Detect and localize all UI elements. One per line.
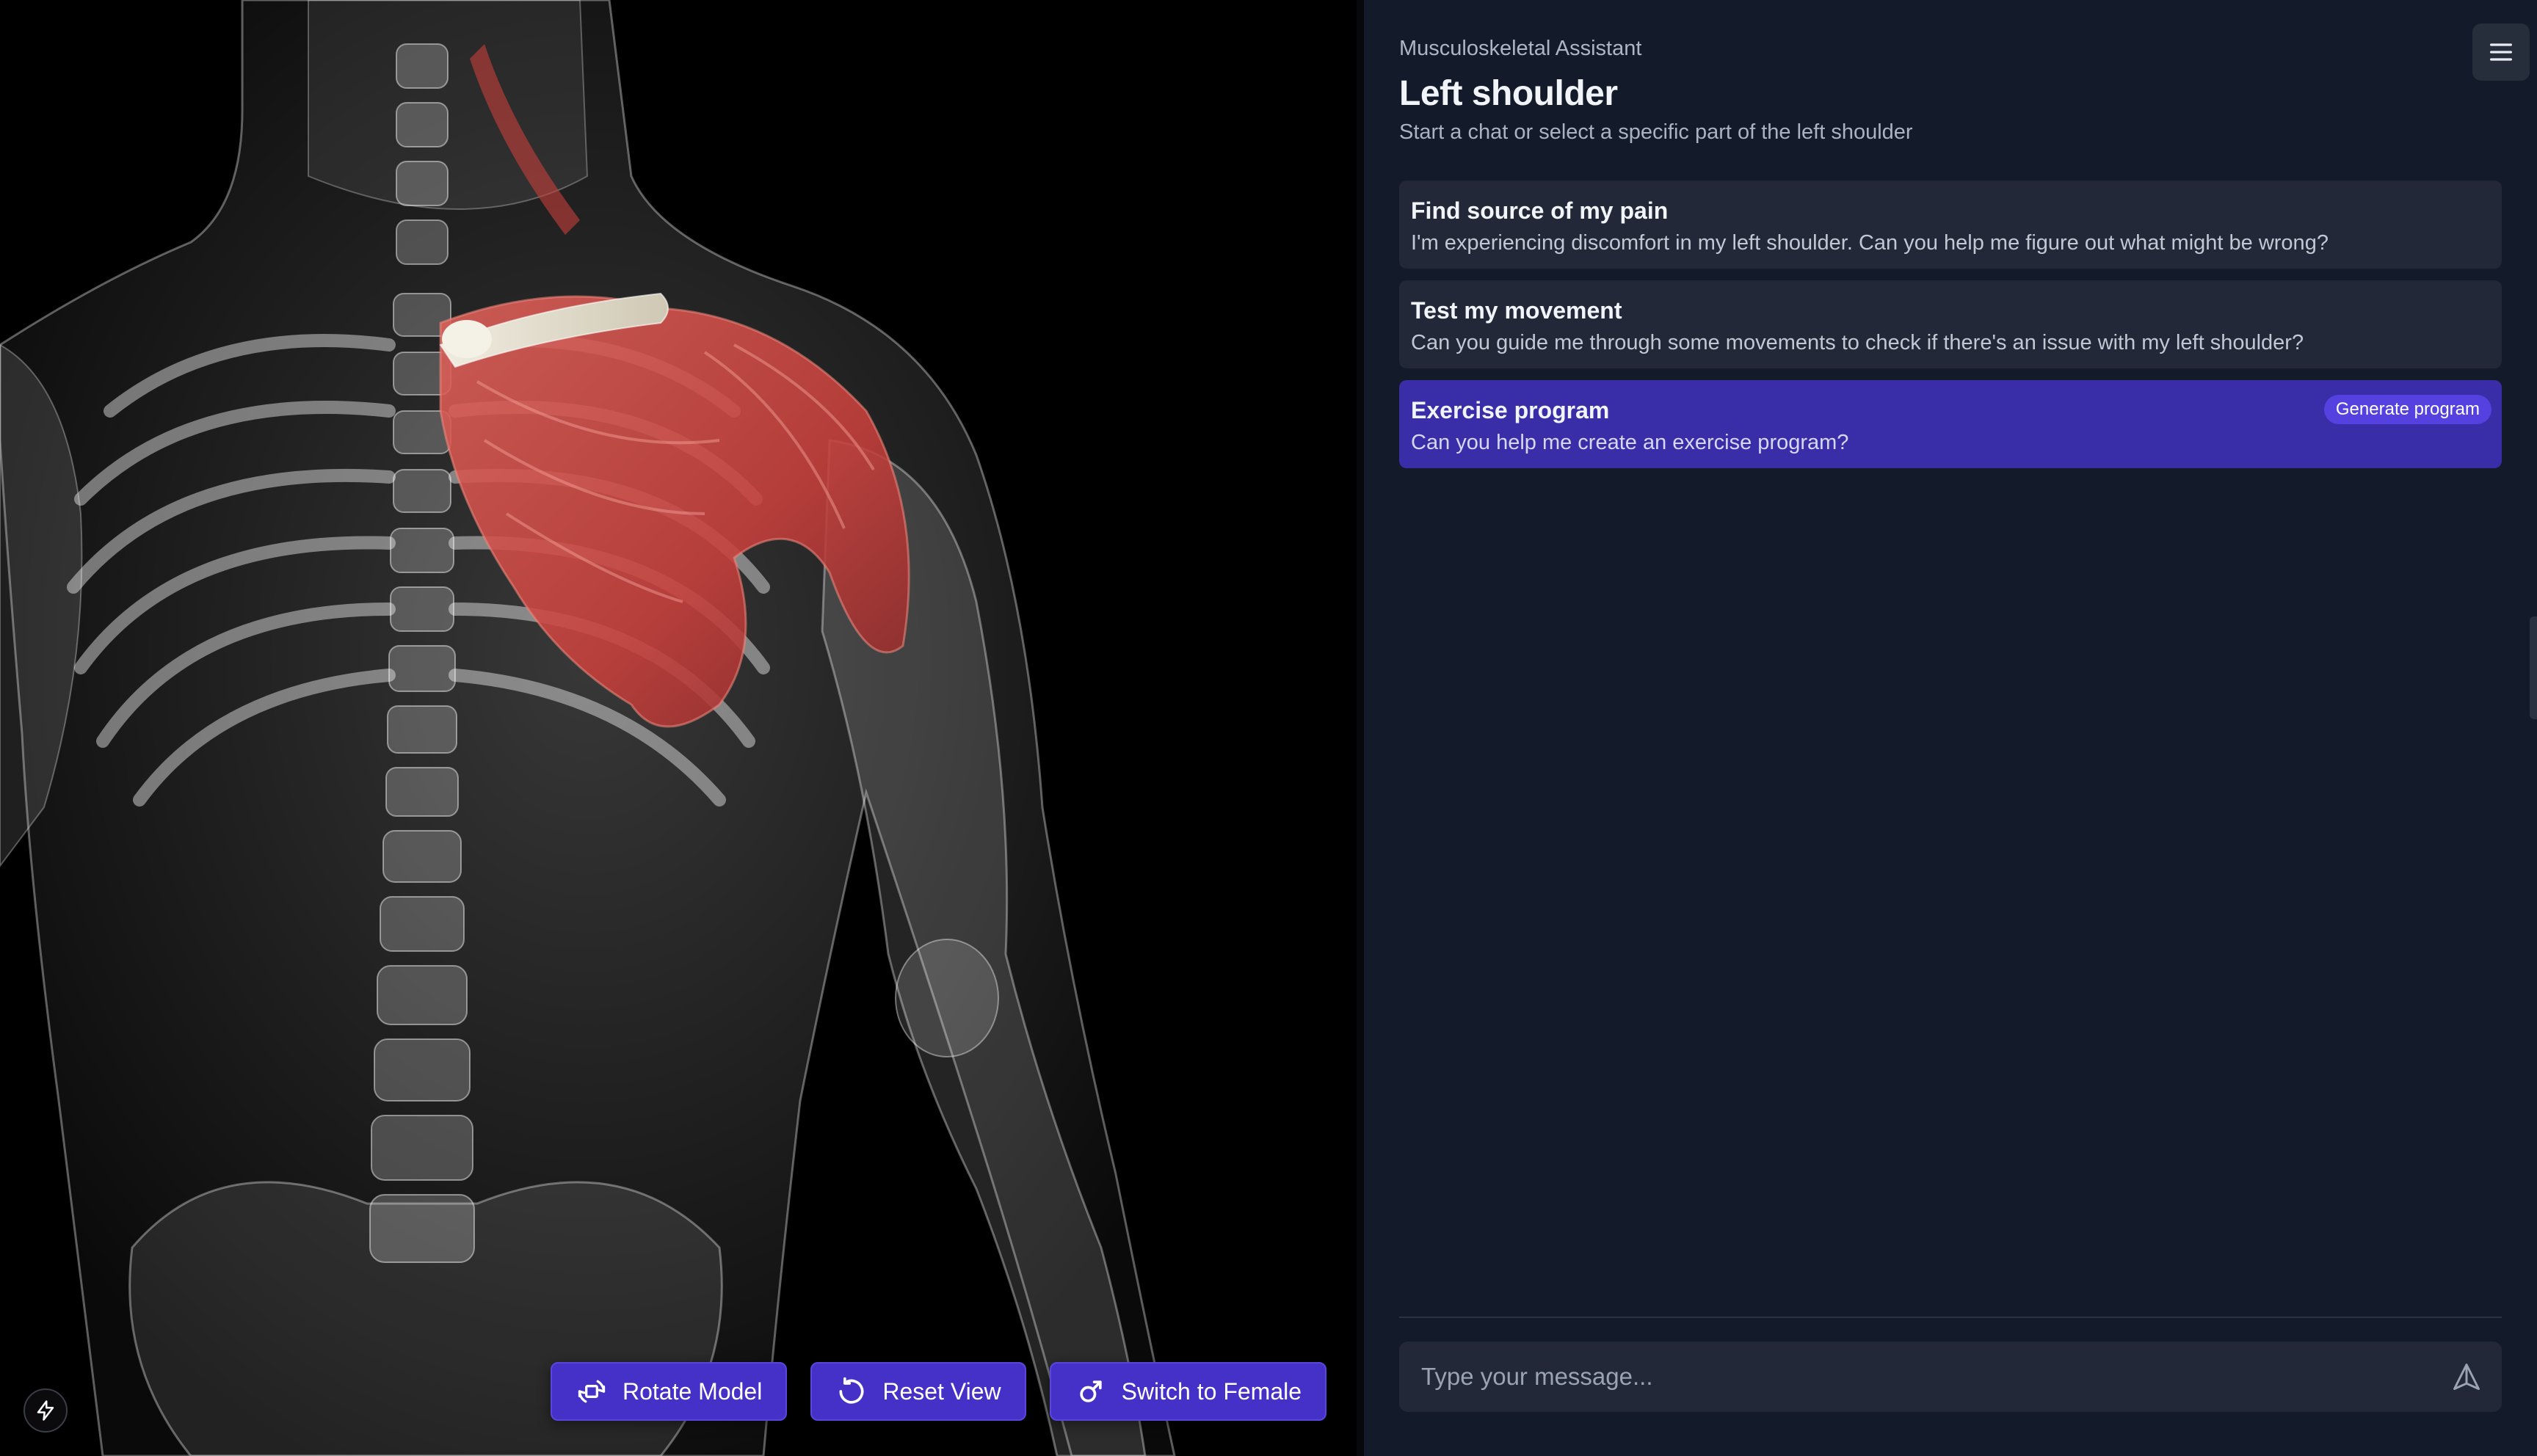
send-icon	[2453, 1364, 2480, 1390]
page-title: Left shoulder	[1399, 74, 1618, 113]
menu-button[interactable]	[2472, 23, 2530, 81]
generate-program-button[interactable]: Generate program	[2323, 395, 2491, 424]
card-title: Test my movement	[1411, 297, 1622, 324]
rotate-model-button[interactable]: Rotate Model	[551, 1362, 788, 1421]
rotate-3d-icon	[576, 1375, 608, 1408]
reset-view-label: Reset View	[882, 1377, 1001, 1405]
viewer-toolbar: Rotate Model Reset View Switch to Female	[551, 1362, 1327, 1421]
bolt-badge-button[interactable]	[23, 1388, 68, 1433]
rotate-ccw-icon	[835, 1375, 868, 1408]
switch-gender-button[interactable]: Switch to Female	[1049, 1362, 1327, 1421]
hamburger-menu-icon	[2490, 43, 2512, 61]
mars-icon	[1075, 1375, 1107, 1408]
rotate-model-label: Rotate Model	[623, 1377, 763, 1405]
assistant-panel: Musculoskeletal Assistant Left shoulder …	[1364, 0, 2537, 1456]
panel-divider	[1357, 0, 1364, 1456]
send-button[interactable]	[2450, 1361, 2483, 1393]
skeleton-model[interactable]	[0, 0, 1357, 1456]
card-description: Can you guide me through some movements …	[1411, 331, 2304, 355]
suggestion-card-test-movement[interactable]: Test my movement Can you guide me throug…	[1399, 280, 2502, 368]
chat-input-container	[1399, 1342, 2502, 1412]
card-description: I'm experiencing discomfort in my left s…	[1411, 231, 2329, 255]
anatomy-viewer[interactable]: Rotate Model Reset View Switch to Female	[0, 0, 1357, 1456]
page-subtitle: Start a chat or select a specific part o…	[1399, 120, 1913, 144]
suggestion-card-find-pain[interactable]: Find source of my pain I'm experiencing …	[1399, 181, 2502, 269]
input-divider	[1399, 1317, 2502, 1318]
message-input[interactable]	[1421, 1342, 2434, 1412]
panel-resize-handle[interactable]	[2530, 616, 2537, 719]
card-description: Can you help me create an exercise progr…	[1411, 431, 1849, 455]
suggestion-cards: Find source of my pain I'm experiencing …	[1399, 181, 2502, 468]
card-title: Find source of my pain	[1411, 197, 1669, 224]
reset-view-button[interactable]: Reset View	[810, 1362, 1026, 1421]
switch-gender-label: Switch to Female	[1121, 1377, 1302, 1405]
bolt-icon	[37, 1400, 54, 1421]
suggestion-card-exercise-program[interactable]: Exercise program Can you help me create …	[1399, 380, 2502, 468]
app-name: Musculoskeletal Assistant	[1399, 37, 1642, 60]
